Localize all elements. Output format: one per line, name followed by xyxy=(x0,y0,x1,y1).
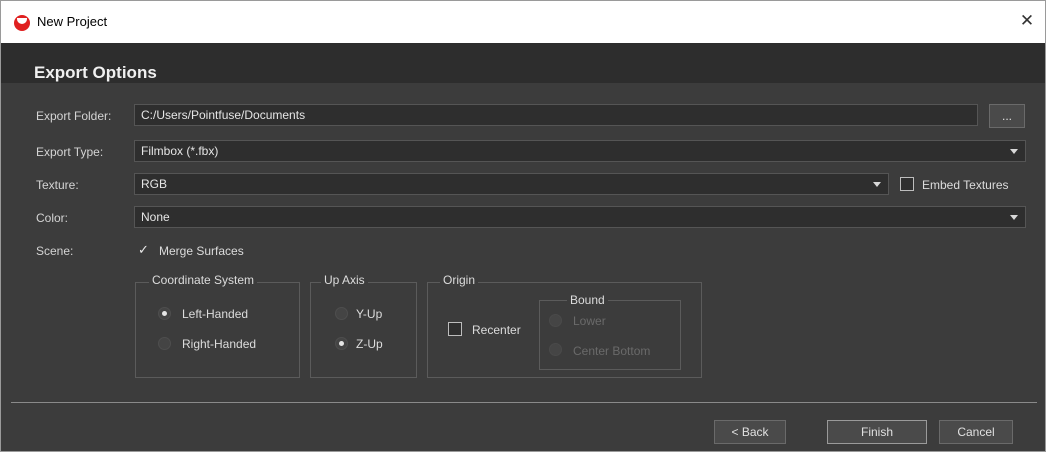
export-type-value: Filmbox (*.fbx) xyxy=(141,144,219,158)
header-band xyxy=(1,43,1045,83)
new-project-dialog: New Project ✕ Export Options Export Fold… xyxy=(0,0,1046,452)
coordinate-system-title: Coordinate System xyxy=(149,273,258,287)
chevron-down-icon xyxy=(873,182,881,187)
texture-label: Texture: xyxy=(36,178,79,192)
left-handed-radio[interactable] xyxy=(158,307,171,320)
color-select[interactable]: None xyxy=(134,206,1026,228)
export-type-label: Export Type: xyxy=(36,145,104,159)
pointfuse-logo-icon xyxy=(14,15,30,31)
right-handed-radio[interactable] xyxy=(158,337,171,350)
export-folder-label: Export Folder: xyxy=(36,109,112,123)
merge-surfaces-label: Merge Surfaces xyxy=(159,244,244,258)
z-up-label: Z-Up xyxy=(356,337,383,351)
up-axis-group xyxy=(310,282,417,378)
close-icon[interactable]: ✕ xyxy=(1015,10,1039,32)
title-bar: New Project ✕ xyxy=(1,1,1045,43)
footer-separator xyxy=(11,402,1037,403)
origin-title: Origin xyxy=(440,273,479,287)
lower-radio[interactable] xyxy=(549,314,562,327)
bound-group xyxy=(539,300,681,370)
export-type-select[interactable]: Filmbox (*.fbx) xyxy=(134,140,1026,162)
coordinate-system-group xyxy=(135,282,300,378)
browse-folder-button[interactable]: ... xyxy=(989,104,1025,128)
scene-label: Scene: xyxy=(36,244,74,258)
recenter-checkbox[interactable] xyxy=(448,322,462,336)
texture-value: RGB xyxy=(141,177,168,191)
y-up-radio[interactable] xyxy=(335,307,348,320)
up-axis-title: Up Axis xyxy=(321,273,368,287)
cancel-button[interactable]: Cancel xyxy=(939,420,1013,444)
color-label: Color: xyxy=(36,211,69,225)
recenter-label: Recenter xyxy=(472,323,521,337)
window-title: New Project xyxy=(37,14,108,29)
embed-textures-checkbox[interactable] xyxy=(900,177,914,191)
y-up-label: Y-Up xyxy=(356,307,383,321)
embed-textures-label: Embed Textures xyxy=(922,178,1009,192)
lower-label: Lower xyxy=(573,314,606,328)
chevron-down-icon xyxy=(1010,215,1018,220)
finish-button[interactable]: Finish xyxy=(827,420,927,444)
right-handed-label: Right-Handed xyxy=(182,337,257,351)
export-folder-value: C:/Users/Pointfuse/Documents xyxy=(141,108,306,122)
bound-title: Bound xyxy=(567,293,608,307)
merge-surfaces-checkbox[interactable]: ✓ xyxy=(138,242,149,258)
back-button[interactable]: < Back xyxy=(714,420,786,444)
texture-select[interactable]: RGB xyxy=(134,173,889,195)
center-bottom-label: Center Bottom xyxy=(573,344,651,358)
center-bottom-radio[interactable] xyxy=(549,343,562,356)
left-handed-label: Left-Handed xyxy=(182,307,249,321)
z-up-radio[interactable] xyxy=(335,337,348,350)
export-folder-input[interactable]: C:/Users/Pointfuse/Documents xyxy=(134,104,978,126)
page-title: Export Options xyxy=(34,63,157,82)
color-value: None xyxy=(141,210,170,224)
chevron-down-icon xyxy=(1010,149,1018,154)
